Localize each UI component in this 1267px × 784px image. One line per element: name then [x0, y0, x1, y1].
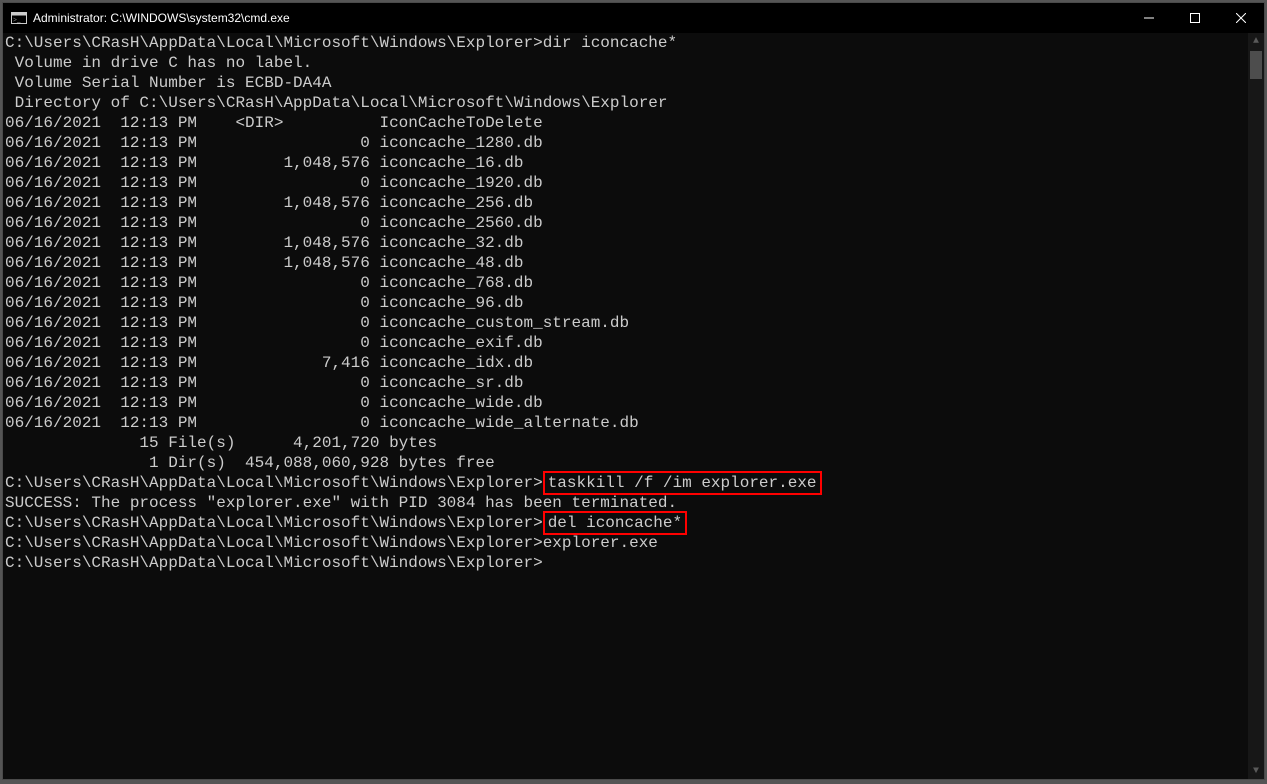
console-prompt-line: C:\Users\CRasH\AppData\Local\Microsoft\W… — [5, 513, 1248, 533]
minimize-button[interactable] — [1126, 3, 1172, 33]
typed-command: del iconcache* — [543, 511, 687, 535]
console-line: 06/16/2021 12:13 PM 0 iconcache_2560.db — [5, 213, 1248, 233]
prompt-path: C:\Users\CRasH\AppData\Local\Microsoft\W… — [5, 34, 543, 52]
scroll-up-arrow-icon[interactable]: ▲ — [1248, 33, 1264, 49]
console-line: 06/16/2021 12:13 PM 0 iconcache_wide_alt… — [5, 413, 1248, 433]
cmd-icon: >_ — [11, 10, 27, 26]
console-prompt-line: C:\Users\CRasH\AppData\Local\Microsoft\W… — [5, 533, 1248, 553]
console-line: 06/16/2021 12:13 PM 1,048,576 iconcache_… — [5, 193, 1248, 213]
console-line: Volume Serial Number is ECBD-DA4A — [5, 73, 1248, 93]
svg-text:>_: >_ — [13, 16, 21, 24]
console-line: 1 Dir(s) 454,088,060,928 bytes free — [5, 453, 1248, 473]
window-title: Administrator: C:\WINDOWS\system32\cmd.e… — [33, 11, 290, 25]
console-line: Directory of C:\Users\CRasH\AppData\Loca… — [5, 93, 1248, 113]
close-button[interactable] — [1218, 3, 1264, 33]
console-line: 15 File(s) 4,201,720 bytes — [5, 433, 1248, 453]
console-line: 06/16/2021 12:13 PM 1,048,576 iconcache_… — [5, 153, 1248, 173]
console-line: Volume in drive C has no label. — [5, 53, 1248, 73]
console-line: 06/16/2021 12:13 PM 1,048,576 iconcache_… — [5, 253, 1248, 273]
console-line: 06/16/2021 12:13 PM 0 iconcache_1280.db — [5, 133, 1248, 153]
console-line: 06/16/2021 12:13 PM 0 iconcache_1920.db — [5, 173, 1248, 193]
console-line: 06/16/2021 12:13 PM 0 iconcache_custom_s… — [5, 313, 1248, 333]
scrollbar-thumb[interactable] — [1250, 51, 1262, 79]
prompt-path: C:\Users\CRasH\AppData\Local\Microsoft\W… — [5, 514, 543, 532]
console-line: 06/16/2021 12:13 PM 1,048,576 iconcache_… — [5, 233, 1248, 253]
titlebar[interactable]: >_ Administrator: C:\WINDOWS\system32\cm… — [3, 3, 1264, 33]
console-prompt-line: C:\Users\CRasH\AppData\Local\Microsoft\W… — [5, 473, 1248, 493]
console-line: 06/16/2021 12:13 PM 0 iconcache_wide.db — [5, 393, 1248, 413]
console-line: 06/16/2021 12:13 PM 0 iconcache_exif.db — [5, 333, 1248, 353]
prompt-path: C:\Users\CRasH\AppData\Local\Microsoft\W… — [5, 534, 543, 552]
console-line: 06/16/2021 12:13 PM 0 iconcache_768.db — [5, 273, 1248, 293]
text-cursor — [543, 556, 551, 572]
console-prompt-line: C:\Users\CRasH\AppData\Local\Microsoft\W… — [5, 33, 1248, 53]
console-line: 06/16/2021 12:13 PM 7,416 iconcache_idx.… — [5, 353, 1248, 373]
client-area: C:\Users\CRasH\AppData\Local\Microsoft\W… — [3, 33, 1264, 779]
console-viewport[interactable]: C:\Users\CRasH\AppData\Local\Microsoft\W… — [3, 33, 1248, 779]
console-line: 06/16/2021 12:13 PM 0 iconcache_sr.db — [5, 373, 1248, 393]
typed-command: explorer.exe — [543, 534, 658, 552]
typed-command: taskkill /f /im explorer.exe — [543, 471, 822, 495]
maximize-button[interactable] — [1172, 3, 1218, 33]
typed-command: dir iconcache* — [543, 34, 677, 52]
vertical-scrollbar[interactable]: ▲ ▼ — [1248, 33, 1264, 779]
console-prompt-line: C:\Users\CRasH\AppData\Local\Microsoft\W… — [5, 553, 1248, 573]
console-output[interactable]: C:\Users\CRasH\AppData\Local\Microsoft\W… — [5, 33, 1248, 573]
scroll-down-arrow-icon[interactable]: ▼ — [1248, 763, 1264, 779]
cmd-window: >_ Administrator: C:\WINDOWS\system32\cm… — [2, 2, 1265, 780]
console-line: SUCCESS: The process "explorer.exe" with… — [5, 493, 1248, 513]
prompt-path: C:\Users\CRasH\AppData\Local\Microsoft\W… — [5, 554, 543, 572]
console-line: 06/16/2021 12:13 PM <DIR> IconCacheToDel… — [5, 113, 1248, 133]
console-line: 06/16/2021 12:13 PM 0 iconcache_96.db — [5, 293, 1248, 313]
prompt-path: C:\Users\CRasH\AppData\Local\Microsoft\W… — [5, 474, 543, 492]
